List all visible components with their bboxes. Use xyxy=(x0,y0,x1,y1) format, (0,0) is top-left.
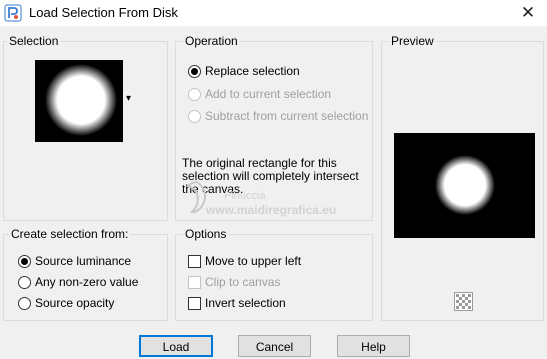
preview-image-drawing xyxy=(394,133,535,238)
add-to-selection-radio[interactable]: Add to current selection xyxy=(188,87,331,101)
radio-indicator xyxy=(18,275,31,289)
radio-indicator xyxy=(18,254,31,268)
window-title: Load Selection From Disk xyxy=(29,5,178,20)
selection-thumbnail[interactable] xyxy=(35,60,123,142)
preview-image xyxy=(394,133,535,238)
radio-indicator xyxy=(188,64,201,78)
invert-selection-label: Invert selection xyxy=(205,296,286,310)
selection-group-label: Selection xyxy=(7,34,61,48)
load-button[interactable]: Load xyxy=(139,335,213,357)
add-to-selection-label: Add to current selection xyxy=(205,87,332,101)
radio-indicator xyxy=(188,109,201,123)
checkbox-indicator xyxy=(188,275,201,289)
chevron-down-icon[interactable]: ▾ xyxy=(126,94,131,104)
replace-selection-radio[interactable]: Replace selection xyxy=(188,64,300,78)
checkbox-indicator xyxy=(188,254,201,268)
move-to-upper-left-label: Move to upper left xyxy=(205,254,302,268)
subtract-from-selection-label: Subtract from current selection xyxy=(205,109,369,123)
close-button[interactable]: ✕ xyxy=(509,0,547,26)
create-from-group-label: Create selection from: xyxy=(9,227,131,241)
source-opacity-label: Source opacity xyxy=(35,296,115,310)
radio-indicator xyxy=(18,296,31,310)
preview-group-label: Preview xyxy=(389,34,436,48)
help-button[interactable]: Help xyxy=(337,335,410,357)
any-non-zero-radio[interactable]: Any non-zero value xyxy=(18,275,138,289)
app-icon xyxy=(4,4,22,22)
invert-selection-checkbox[interactable]: Invert selection xyxy=(188,296,286,310)
clip-to-canvas-label: Clip to canvas xyxy=(205,275,281,289)
checkerboard-icon[interactable] xyxy=(454,292,473,311)
checkbox-indicator xyxy=(188,296,201,310)
clip-to-canvas-checkbox[interactable]: Clip to canvas xyxy=(188,275,280,289)
any-non-zero-label: Any non-zero value xyxy=(35,275,139,289)
source-luminance-radio[interactable]: Source luminance xyxy=(18,254,131,268)
source-luminance-label: Source luminance xyxy=(35,254,132,268)
replace-selection-label: Replace selection xyxy=(205,64,300,78)
options-group-label: Options xyxy=(183,227,229,241)
title-bar: Load Selection From Disk ✕ xyxy=(0,0,547,26)
subtract-from-selection-radio[interactable]: Subtract from current selection xyxy=(188,109,368,123)
cancel-button[interactable]: Cancel xyxy=(238,335,311,357)
watermark-url: www.maidiregrafica.eu xyxy=(206,203,337,217)
selection-thumbnail-image xyxy=(35,60,123,142)
operation-group-label: Operation xyxy=(183,34,240,48)
source-opacity-radio[interactable]: Source opacity xyxy=(18,296,114,310)
radio-indicator xyxy=(188,87,201,101)
close-icon: ✕ xyxy=(520,3,536,22)
watermark-name: Pinuccia xyxy=(224,190,266,202)
move-to-upper-left-checkbox[interactable]: Move to upper left xyxy=(188,254,301,268)
